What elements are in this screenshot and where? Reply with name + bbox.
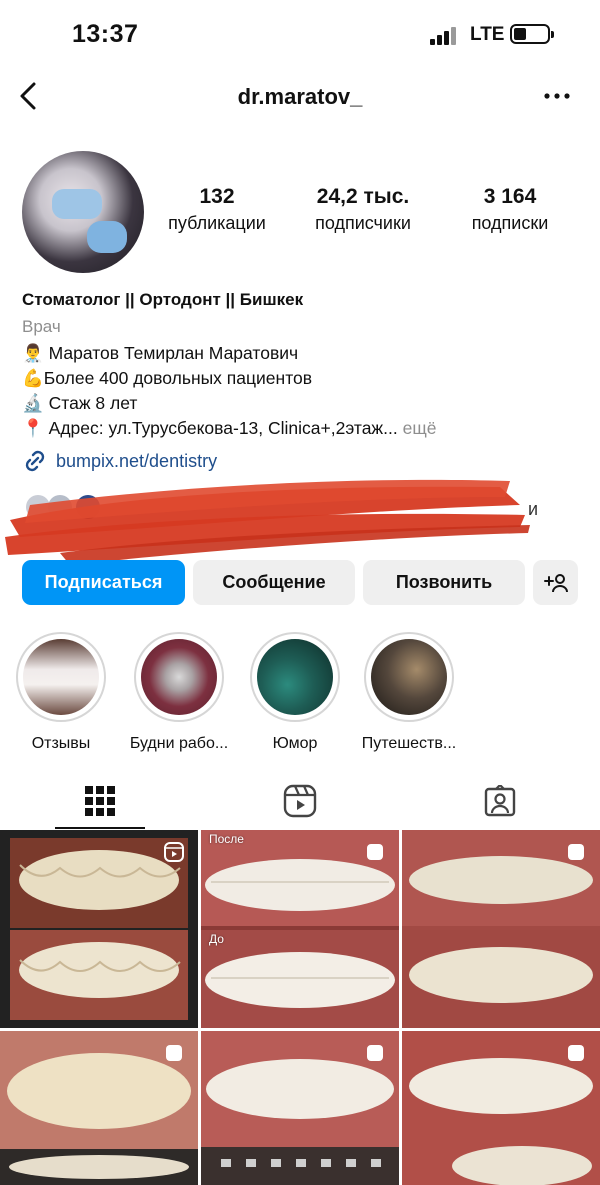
stat-posts-value: 132 [199,185,235,208]
post-3[interactable] [402,830,600,1028]
stat-followers-label: подписчики [315,213,411,233]
bio-address-text: 📍 Адрес: ул.Турусбекова-13, Clinica+,2эт… [22,418,398,438]
message-button[interactable]: Сообщение [193,560,355,605]
stat-following-value: 3 164 [483,185,537,208]
profile-avatar[interactable] [22,151,144,273]
post-caption-before: До [209,932,224,946]
stat-posts[interactable]: 132 публикации [158,185,276,234]
active-tab-indicator [55,827,145,829]
profile-bio: Стоматолог || Ортодонт || Бишкек Врач 👨‍… [22,290,582,443]
add-person-icon [543,573,568,592]
profile-link[interactable]: bumpix.net/dentistry [22,450,217,472]
status-time: 13:37 [72,20,139,48]
post-6[interactable] [402,1031,600,1185]
post-5[interactable] [201,1031,399,1185]
network-type: LTE [470,24,505,45]
highlight-travel[interactable]: Путешеств... [350,632,468,753]
link-icon [25,450,45,472]
signal-icon [430,27,462,45]
multi-post-icon [166,1045,182,1061]
stat-followers[interactable]: 24,2 тыс. подписчики [300,185,426,234]
tab-reels[interactable] [200,772,400,830]
bio-line-name: 👨‍⚕️ Маратов Темирлан Маратович [22,343,299,363]
tagged-icon [484,785,516,817]
reels-icon [283,784,317,818]
profile-header: dr.maratov_ [0,72,600,122]
post-caption-after: После [209,832,244,846]
profile-link-text: bumpix.net/dentistry [56,450,218,471]
redaction-scribble: и [5,479,538,565]
content-tabs [0,772,600,830]
stat-posts-label: публикации [168,213,266,233]
more-dots-icon[interactable] [544,84,570,108]
tab-tagged[interactable] [400,772,600,830]
stat-following-label: подписки [471,213,549,233]
grid-icon [85,786,115,816]
svg-text:и: и [528,499,538,519]
profile-username: dr.maratov_ [237,84,363,109]
bio-more-link[interactable]: ещё [403,418,437,438]
battery-icon [510,24,554,44]
multi-post-icon [568,1045,584,1061]
bio-line-experience: 🔬 Стаж 8 лет [22,393,138,413]
call-button[interactable]: Позвонить [363,560,525,605]
stat-following[interactable]: 3 164 подписки [458,185,562,234]
multi-post-icon [367,1045,383,1061]
reel-post-icon [164,842,184,862]
highlight-label: Отзывы [31,735,91,752]
follow-button[interactable]: Подписаться [22,560,185,605]
multi-post-icon [568,844,584,860]
bio-line-patients: 💪Более 400 довольных пациентов [22,368,313,388]
highlight-label: Будни рабо... [129,735,229,752]
posts-grid: После До [0,830,600,1185]
profile-name: Стоматолог || Ортодонт || Бишкек [22,290,304,309]
profile-category: Врач [22,317,61,336]
bio-line-address: 📍 Адрес: ул.Турусбекова-13, Clinica+,2эт… [22,418,582,443]
stat-followers-value: 24,2 тыс. [316,185,410,208]
suggest-people-button[interactable] [533,560,578,605]
highlight-reviews[interactable]: Отзывы [2,632,120,753]
post-4[interactable] [0,1031,198,1185]
post-1[interactable] [0,830,198,1028]
tab-posts-grid[interactable] [0,772,200,830]
post-2[interactable]: После До [201,830,399,1028]
highlight-workdays[interactable]: Будни рабо... [120,632,238,753]
highlight-humor[interactable]: Юмор [236,632,354,753]
highlight-label: Путешеств... [361,735,457,752]
status-bar: 13:37 LTE [0,0,600,70]
multi-post-icon [367,844,383,860]
highlight-label: Юмор [272,735,318,752]
